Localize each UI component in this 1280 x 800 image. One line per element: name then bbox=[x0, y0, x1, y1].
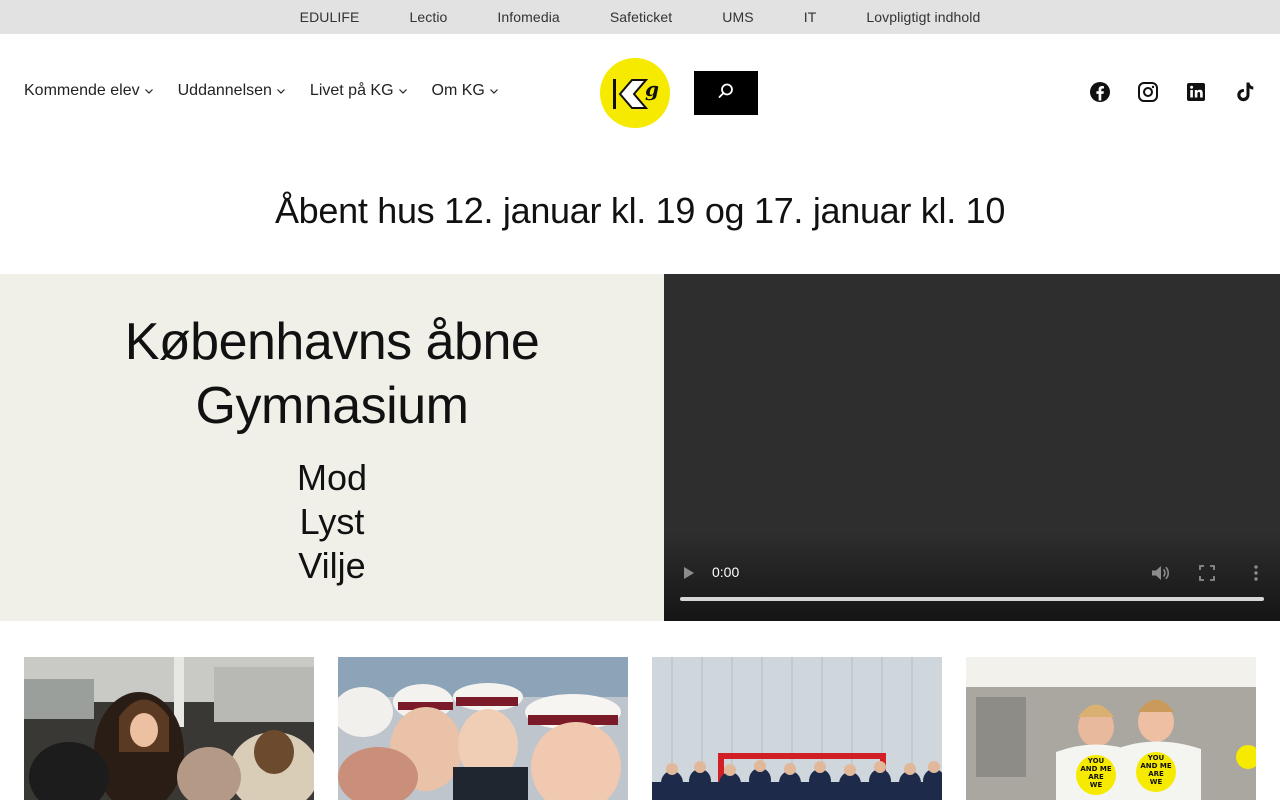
nav-item-label: Om KG bbox=[431, 82, 485, 99]
shirt-text-line: WE bbox=[1090, 781, 1103, 789]
hero-words: Mod Lyst Vilje bbox=[0, 456, 664, 588]
site-header: Kommende elev Uddannelsen Livet på KG Om… bbox=[0, 34, 1280, 150]
photo-gallery: YOU AND ME ARE WE YOU AND ME ARE WE bbox=[24, 657, 1256, 800]
video-controls-gradient bbox=[664, 531, 1280, 621]
chevron-down-icon bbox=[489, 86, 499, 96]
kg-logo[interactable]: g bbox=[600, 58, 670, 128]
video-time: 0:00 bbox=[712, 564, 740, 580]
nav-item-label: Kommende elev bbox=[24, 82, 140, 99]
nav-item-kommende-elev[interactable]: Kommende elev bbox=[24, 82, 154, 100]
video-progress-bar[interactable] bbox=[680, 597, 1264, 601]
nav-item-om-kg[interactable]: Om KG bbox=[432, 82, 499, 100]
facebook-icon[interactable] bbox=[1088, 80, 1112, 104]
hero-title: Københavns åbne Gymnasium bbox=[0, 310, 664, 438]
students-in-hall-photo[interactable] bbox=[24, 657, 314, 800]
chevron-down-icon bbox=[144, 86, 154, 96]
utility-bar: EDULIFE Lectio Infomedia Safeticket UMS … bbox=[0, 0, 1280, 34]
video-player[interactable]: 0:00 bbox=[664, 274, 1280, 621]
tiktok-icon[interactable] bbox=[1232, 80, 1256, 104]
shirt-text-line: ARE bbox=[1148, 770, 1164, 778]
shirt-text-line: YOU bbox=[1147, 754, 1165, 762]
shirt-text-line: AND ME bbox=[1080, 765, 1111, 773]
fullscreen-icon[interactable] bbox=[1198, 564, 1216, 582]
social-links bbox=[1088, 80, 1256, 104]
search-button[interactable] bbox=[694, 71, 758, 115]
announcement-heading: Åbent hus 12. januar kl. 19 og 17. janua… bbox=[274, 190, 1006, 231]
hero-word-mod: Mod bbox=[296, 457, 368, 498]
main-nav: Kommende elev Uddannelsen Livet på KG Om… bbox=[24, 82, 523, 100]
search-icon bbox=[717, 82, 735, 105]
utility-link-ums[interactable]: UMS bbox=[722, 9, 753, 25]
shirt-text-line: WE bbox=[1150, 778, 1163, 786]
nav-item-uddannelsen[interactable]: Uddannelsen bbox=[178, 82, 286, 100]
chevron-down-icon bbox=[276, 86, 286, 96]
nav-item-label: Uddannelsen bbox=[177, 82, 272, 99]
shirt-text-line: AND ME bbox=[1140, 762, 1171, 770]
hero-title-line2: Gymnasium bbox=[195, 377, 469, 435]
instagram-icon[interactable] bbox=[1136, 80, 1160, 104]
tshirt-students-photo[interactable]: YOU AND ME ARE WE YOU AND ME ARE WE bbox=[966, 657, 1256, 800]
hero-title-line1: Københavns åbne bbox=[124, 313, 540, 371]
svg-text:g: g bbox=[645, 77, 659, 101]
volume-icon[interactable] bbox=[1150, 563, 1170, 583]
hero-word-vilje: Vilje bbox=[298, 545, 366, 586]
play-icon[interactable] bbox=[682, 565, 696, 581]
chevron-down-icon bbox=[398, 86, 408, 96]
utility-link-edulife[interactable]: EDULIFE bbox=[300, 9, 360, 25]
utility-link-safeticket[interactable]: Safeticket bbox=[610, 9, 672, 25]
graduation-caps-photo[interactable] bbox=[338, 657, 628, 800]
sports-team-photo[interactable] bbox=[652, 657, 942, 800]
shirt-text-line: YOU bbox=[1087, 757, 1105, 765]
nav-item-livet-paa-kg[interactable]: Livet på KG bbox=[310, 82, 408, 100]
utility-link-lectio[interactable]: Lectio bbox=[409, 9, 447, 25]
utility-link-lovpligtigt[interactable]: Lovpligtigt indhold bbox=[866, 9, 980, 25]
linkedin-icon[interactable] bbox=[1184, 80, 1208, 104]
more-options-icon[interactable] bbox=[1248, 563, 1264, 583]
utility-links: EDULIFE Lectio Infomedia Safeticket UMS … bbox=[0, 0, 1280, 34]
shirt-text-line: ARE bbox=[1088, 773, 1104, 781]
utility-link-it[interactable]: IT bbox=[804, 9, 817, 25]
hero-panel: Københavns åbne Gymnasium Mod Lyst Vilje bbox=[0, 274, 664, 621]
nav-item-label: Livet på KG bbox=[309, 82, 394, 99]
hero-word-lyst: Lyst bbox=[299, 501, 365, 542]
utility-link-infomedia[interactable]: Infomedia bbox=[497, 9, 559, 25]
